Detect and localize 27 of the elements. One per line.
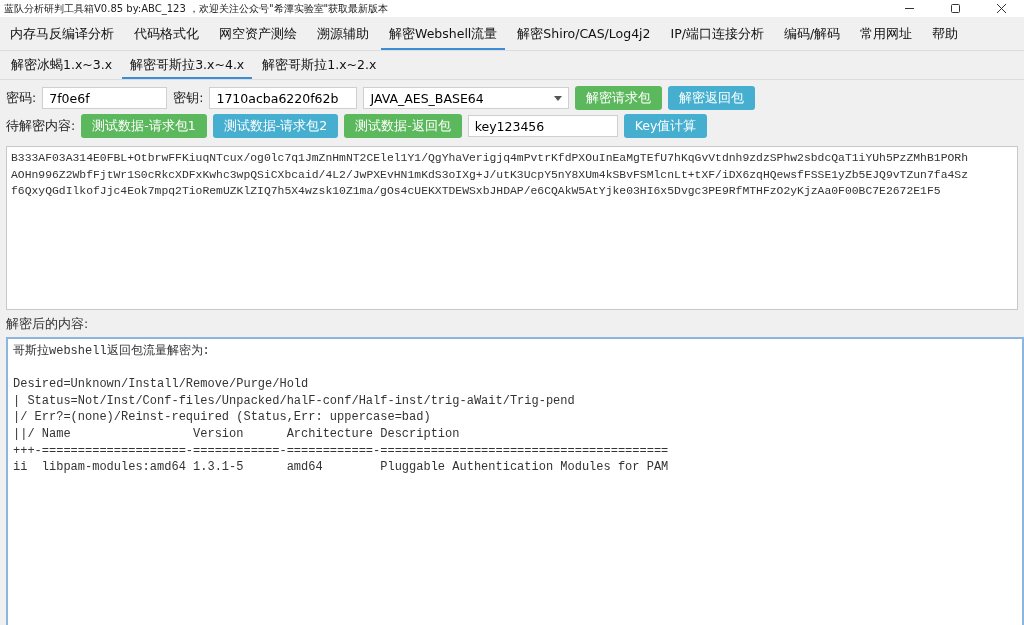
menu-tab[interactable]: 溯源辅助	[309, 20, 377, 50]
output-area[interactable]: 哥斯拉webshell返回包流量解密为: Desired=Unknown/Install/Remove/Purge/Hold | Status=Not/Inst/Conf-files/Unpacked/halF-conf/Half-inst/trig-aWait/Trig-pend |/ Err?=(none)/Reinst-required (Status,Err: uppercase=bad) ||/ Name Version Architecture Description +++-====================-============-============-======================================== ii libpam-modules:amd64 1.3.1-5 amd64 Pluggable Authentication Modules for PAM	[6, 337, 1024, 625]
mode-dropdown[interactable]: JAVA_AES_BASE64	[363, 87, 570, 109]
sub-tab[interactable]: 解密哥斯拉3.x~4.x	[122, 53, 253, 79]
menu-tab[interactable]: 常用网址	[852, 20, 921, 50]
menu-tab[interactable]: 解密Webshell流量	[381, 20, 506, 50]
field-label: 密钥:	[173, 89, 204, 107]
input-field[interactable]: key123456	[467, 115, 618, 137]
field-label: 密码:	[6, 89, 37, 107]
sub-tab[interactable]: 解密冰蝎1.x~3.x	[3, 53, 121, 79]
input-field[interactable]: 1710acba6220f62b	[209, 87, 358, 109]
caret-icon	[554, 95, 563, 101]
menu-tab[interactable]: 内存马反编译分析	[2, 20, 122, 50]
menu-tab[interactable]: 网空资产测绘	[211, 20, 305, 50]
menu-tab[interactable]: 代码格式化	[126, 20, 207, 50]
field-label: 待解密内容:	[6, 117, 76, 135]
maximize-icon	[949, 3, 961, 14]
sub-tab[interactable]: 解密哥斯拉1.x~2.x	[254, 53, 385, 79]
menu-tab[interactable]: 编码/解码	[775, 20, 849, 50]
menu-tab[interactable]: IP/端口连接分析	[662, 20, 772, 50]
input-field[interactable]: 7f0e6f	[42, 87, 168, 109]
menu-tab[interactable]: 帮助	[924, 20, 967, 50]
menu-tab[interactable]: 解密Shiro/CAS/Log4j2	[509, 20, 659, 50]
window-title: 蓝队分析研判工具箱V0.85 by:ABC_123 ，欢迎关注公众号"希潭实验室"获取最新版本	[4, 1, 390, 16]
close-icon	[995, 3, 1007, 14]
ciphertext-area[interactable]: B333AF03A314E0FBL+OtbrwFFKiuqNTcux/og0lc7q1JmZnHmNT2CElel1Y1/QgYhaVerigjq4mPvtrKfdPXOuInEaMgTEfU7hKqGvVtdnh9zdzSPhw2sbdcQaT1iYUh5PzZMhB1PORh AOHn996Z2WbfFjtWr1S0cRkcXDFxKwhc3wpQSiCXbcaid/4L2/JwPXEvHN1mKdS3oIXg+J/utK3UcpY5nY8XUm4kSBvFSMlcnLt+tXF/iDX6zqHQewsfFSSE1yZb5EJQ9vTZun7fa4Sz f6QxyQGdIlkofJjc4Eok7mpq2TioRemUZKlZIQ7h5X4wzsk10Z1ma/gOs4cUEKXTDEWSxbJHDAP/e6CQAkW5AtYjke03HI6x5Dvgc3PE9RfMTHFzO2yKjzAa0F00BC7E2672E1F5	[6, 146, 1018, 310]
output-label: 解密后的内容:	[6, 316, 90, 333]
